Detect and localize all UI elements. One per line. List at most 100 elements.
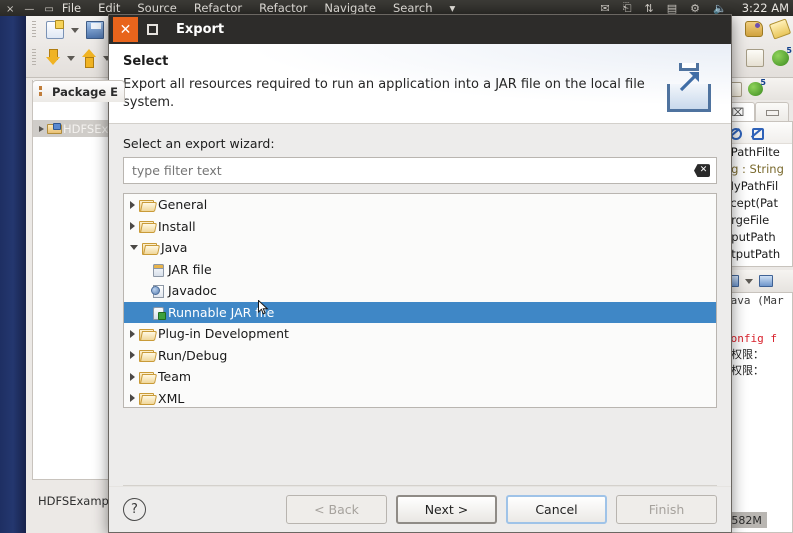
close-icon[interactable]: ✕ [113,17,138,42]
clock[interactable]: 3:22 AM [742,1,789,15]
jar-file-icon [150,263,164,277]
tree-item-team[interactable]: Team [124,366,716,388]
chevron-right-icon[interactable] [130,351,135,360]
menu-file[interactable]: File [62,1,81,15]
chevron-down-icon[interactable] [130,245,138,251]
toolbar-row-2[interactable] [32,49,111,68]
runnable-jar-icon [150,306,166,320]
java-perspective-icon-2[interactable] [748,78,766,96]
tree-item-label: XML [158,390,185,406]
tab-minimize[interactable] [755,102,789,122]
menu-navigate[interactable]: Navigate [324,1,376,15]
new-console-icon[interactable] [759,275,773,287]
dialog-header: Select Export all resources required to … [109,44,731,125]
tree-item-javadoc[interactable]: Javadoc [124,280,716,302]
keyboard-icon[interactable]: ⎗ [623,1,632,15]
cancel-button[interactable]: Cancel [506,495,607,524]
chevron-right-icon[interactable] [39,125,44,132]
finish-button[interactable]: Finish [616,495,717,524]
tree-item-install[interactable]: Install [124,216,716,238]
filter-field[interactable]: ✕ [123,157,717,185]
folder-icon [139,220,154,234]
chevron-right-icon[interactable] [130,372,135,381]
folder-icon [139,392,154,406]
menu-source[interactable]: Source [137,1,177,15]
outline-toolbar[interactable] [722,122,792,144]
new-document-icon[interactable] [46,20,64,39]
export-wizard-tree[interactable]: General Install Java JAR file Javadoc Ru… [123,193,717,409]
tree-label: Select an export wizard: [123,136,275,152]
tree-item-jar-file[interactable]: JAR file [124,259,716,281]
help-button[interactable]: ? [123,498,146,521]
menu-search[interactable]: Search [393,1,433,15]
tree-item-label: Install [158,218,196,234]
maximize-icon[interactable]: ▭ [44,4,53,15]
export-icon[interactable] [82,49,96,68]
outline-row[interactable]: eg : String [722,161,792,178]
outline-row[interactable]: yPathFilte [722,144,792,161]
chevron-right-icon[interactable] [130,222,135,231]
hide-static-icon[interactable] [750,126,764,140]
folder-icon [139,328,154,341]
dialog-titlebar[interactable]: ✕ Export [109,15,731,44]
tree-item-label: Run/Debug [158,347,228,363]
tree-item-project[interactable]: HDFSExa [33,120,118,137]
console-title: java (Mar [724,294,784,307]
next-button[interactable]: Next > [396,495,497,524]
back-button[interactable]: < Back [286,495,387,524]
unity-launcher[interactable] [0,16,26,533]
arrow-up-right-icon [679,72,699,92]
toolbar-right-2[interactable] [746,46,792,67]
outline-row[interactable]: utputPath [722,246,792,263]
package-explorer-view[interactable] [32,80,118,480]
clear-filter-icon[interactable]: ✕ [694,164,710,178]
tree-item-label: Javadoc [168,283,217,299]
folder-icon [139,349,154,363]
outline-row[interactable]: MyPathFil [722,178,792,195]
menu-overflow-caret[interactable]: ▾ [449,1,455,15]
minimize-icon[interactable]: — [24,4,34,15]
import-icon[interactable] [46,49,60,67]
menu-refactor[interactable]: Refactor [194,1,242,15]
page-description: Export all resources required to run an … [123,77,645,110]
chevron-right-icon[interactable] [130,394,135,403]
maximize-icon[interactable] [140,17,164,42]
tree-item-plugin-development[interactable]: Plug-in Development [124,323,716,345]
minimize-icon-outline[interactable] [765,109,779,116]
tree-item-label: Runnable JAR file [168,304,275,320]
dialog-spacer [123,408,717,479]
tree-item-xml[interactable]: XML [124,388,716,408]
tree-item-label: General [158,197,208,213]
pencil-icon[interactable] [768,18,792,40]
chevron-down-icon-console[interactable] [745,278,753,284]
save-icon[interactable] [86,21,104,39]
tree-item-runnable-jar-file[interactable]: Runnable JAR file [124,301,716,324]
dialog-footer: ? < Back Next > Cancel Finish [109,486,731,532]
search-input[interactable] [132,163,694,179]
java-perspective-icon[interactable] [772,46,792,66]
chevron-down-icon[interactable] [71,27,79,33]
toolbar-right-1[interactable] [745,18,792,40]
chevron-right-icon[interactable] [130,329,135,338]
toolbar-grip-2[interactable] [32,49,36,67]
tree-item-java[interactable]: Java [124,237,716,259]
tree-item-label: Plug-in Development [158,326,289,342]
system-tray[interactable]: ✉ ⎗ ⇅ ▤ ⚙ 🔈 3:22 AM [600,1,789,15]
chevron-right-icon[interactable] [130,200,135,209]
outline-row[interactable]: nputPath [722,229,792,246]
folder-icon [142,242,157,255]
close-icon[interactable]: × [6,4,14,15]
tree-item-run-debug[interactable]: Run/Debug [124,345,716,367]
toolbar-grip[interactable] [32,21,36,39]
menu-edit[interactable]: Edit [98,1,120,15]
chevron-down-icon-2[interactable] [67,55,75,61]
window-controls[interactable]: × — ▭ [0,4,62,16]
tab-package-explorer[interactable]: Package E [32,80,125,102]
palette-icon[interactable] [745,21,763,37]
outline-row[interactable]: ccept(Pat [722,195,792,212]
close-icon-outline[interactable]: ⌧ [732,106,745,119]
outline-row[interactable]: ergeFile [722,212,792,229]
perspective-icon[interactable] [746,49,764,67]
menu-refactor-2[interactable]: Refactor [259,1,307,15]
tree-item-general[interactable]: General [124,194,716,216]
